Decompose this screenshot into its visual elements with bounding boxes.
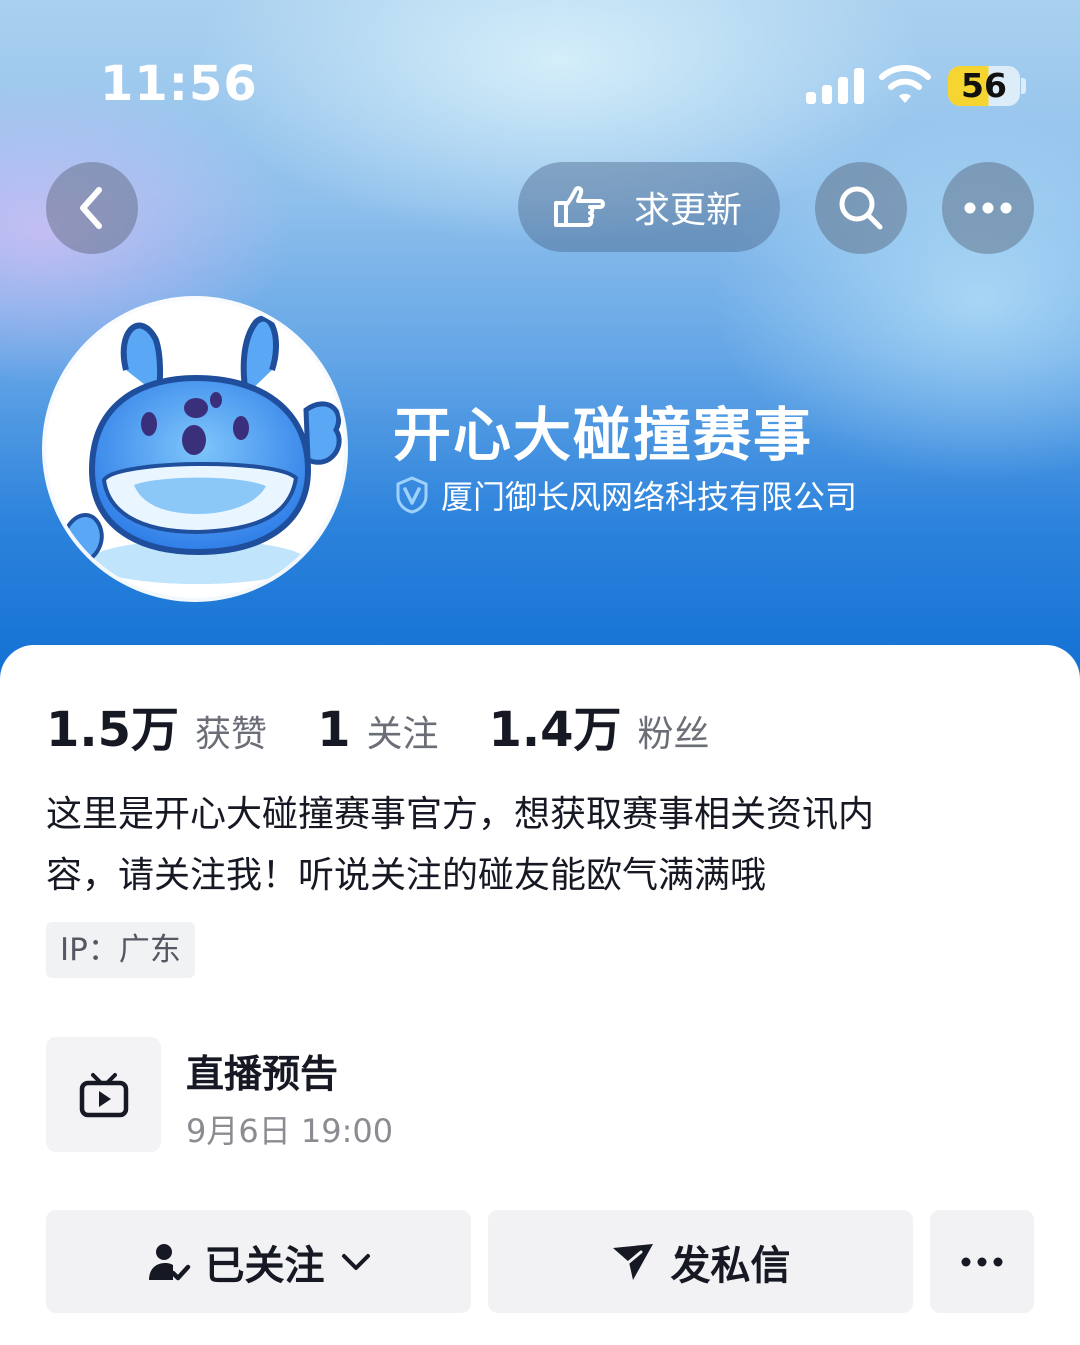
ellipsis-icon (964, 202, 1012, 214)
bio-text: 这里是开心大碰撞赛事官方，想获取赛事相关资讯内 容，请关注我！听说关注的碰友能欧… (46, 784, 1006, 906)
verified-badge-icon (396, 476, 428, 514)
following-label[interactable]: 关注 (366, 705, 438, 757)
wifi-icon (879, 65, 931, 103)
paper-plane-icon (612, 1243, 653, 1280)
search-button[interactable] (815, 162, 907, 254)
company-name: 厦门御长风网络科技有限公司 (441, 478, 858, 516)
followers-count[interactable]: 1.4万 (488, 690, 621, 760)
verification-row: 厦门御长风网络科技有限公司 (393, 472, 857, 518)
chevron-left-icon (80, 187, 102, 229)
live-preview-time: 9月6日 19:00 (186, 1112, 394, 1150)
search-icon (839, 186, 883, 230)
ellipsis-icon (961, 1257, 1003, 1266)
more-actions-button[interactable] (930, 1210, 1034, 1313)
following-count[interactable]: 1 (317, 702, 350, 758)
pointing-hand-icon (554, 186, 605, 227)
stats-row: 1.5万 获赞 1 关注 1.4万 粉丝 (46, 690, 710, 760)
live-preview-icon-box[interactable] (46, 1037, 161, 1152)
chevron-down-icon (341, 1253, 370, 1270)
send-message-label: 发私信 (670, 1242, 791, 1289)
status-time: 11:56 (100, 56, 258, 112)
profile-name: 开心大碰撞赛事 (393, 401, 814, 469)
battery-level: 56 (961, 66, 1007, 105)
following-button[interactable]: 已关注 (46, 1210, 471, 1313)
followers-label[interactable]: 粉丝 (638, 705, 710, 757)
battery-cap (1021, 78, 1026, 94)
user-check-icon (148, 1243, 190, 1280)
likes-label[interactable]: 获赞 (195, 705, 267, 757)
battery-indicator: 56 (948, 66, 1020, 106)
cellular-signal-icon (806, 68, 864, 104)
live-preview-title[interactable]: 直播预告 (186, 1043, 338, 1098)
send-message-button[interactable]: 发私信 (488, 1210, 913, 1313)
request-update-button[interactable]: 求更新 (518, 162, 780, 252)
following-label: 已关注 (204, 1242, 325, 1289)
avatar[interactable] (46, 300, 344, 598)
tv-play-icon (79, 1072, 128, 1117)
more-options-button[interactable] (942, 162, 1034, 254)
ip-location-tag: IP：广东 (46, 922, 195, 978)
mascot-avatar-image (63, 315, 342, 584)
likes-count[interactable]: 1.5万 (46, 690, 179, 760)
bio-line: 容，请关注我！听说关注的碰友能欧气满满哦 (46, 855, 767, 896)
bio-line: 这里是开心大碰撞赛事官方，想获取赛事相关资讯内 (46, 794, 875, 835)
back-button[interactable] (46, 162, 138, 254)
request-update-label: 求更新 (634, 190, 743, 231)
